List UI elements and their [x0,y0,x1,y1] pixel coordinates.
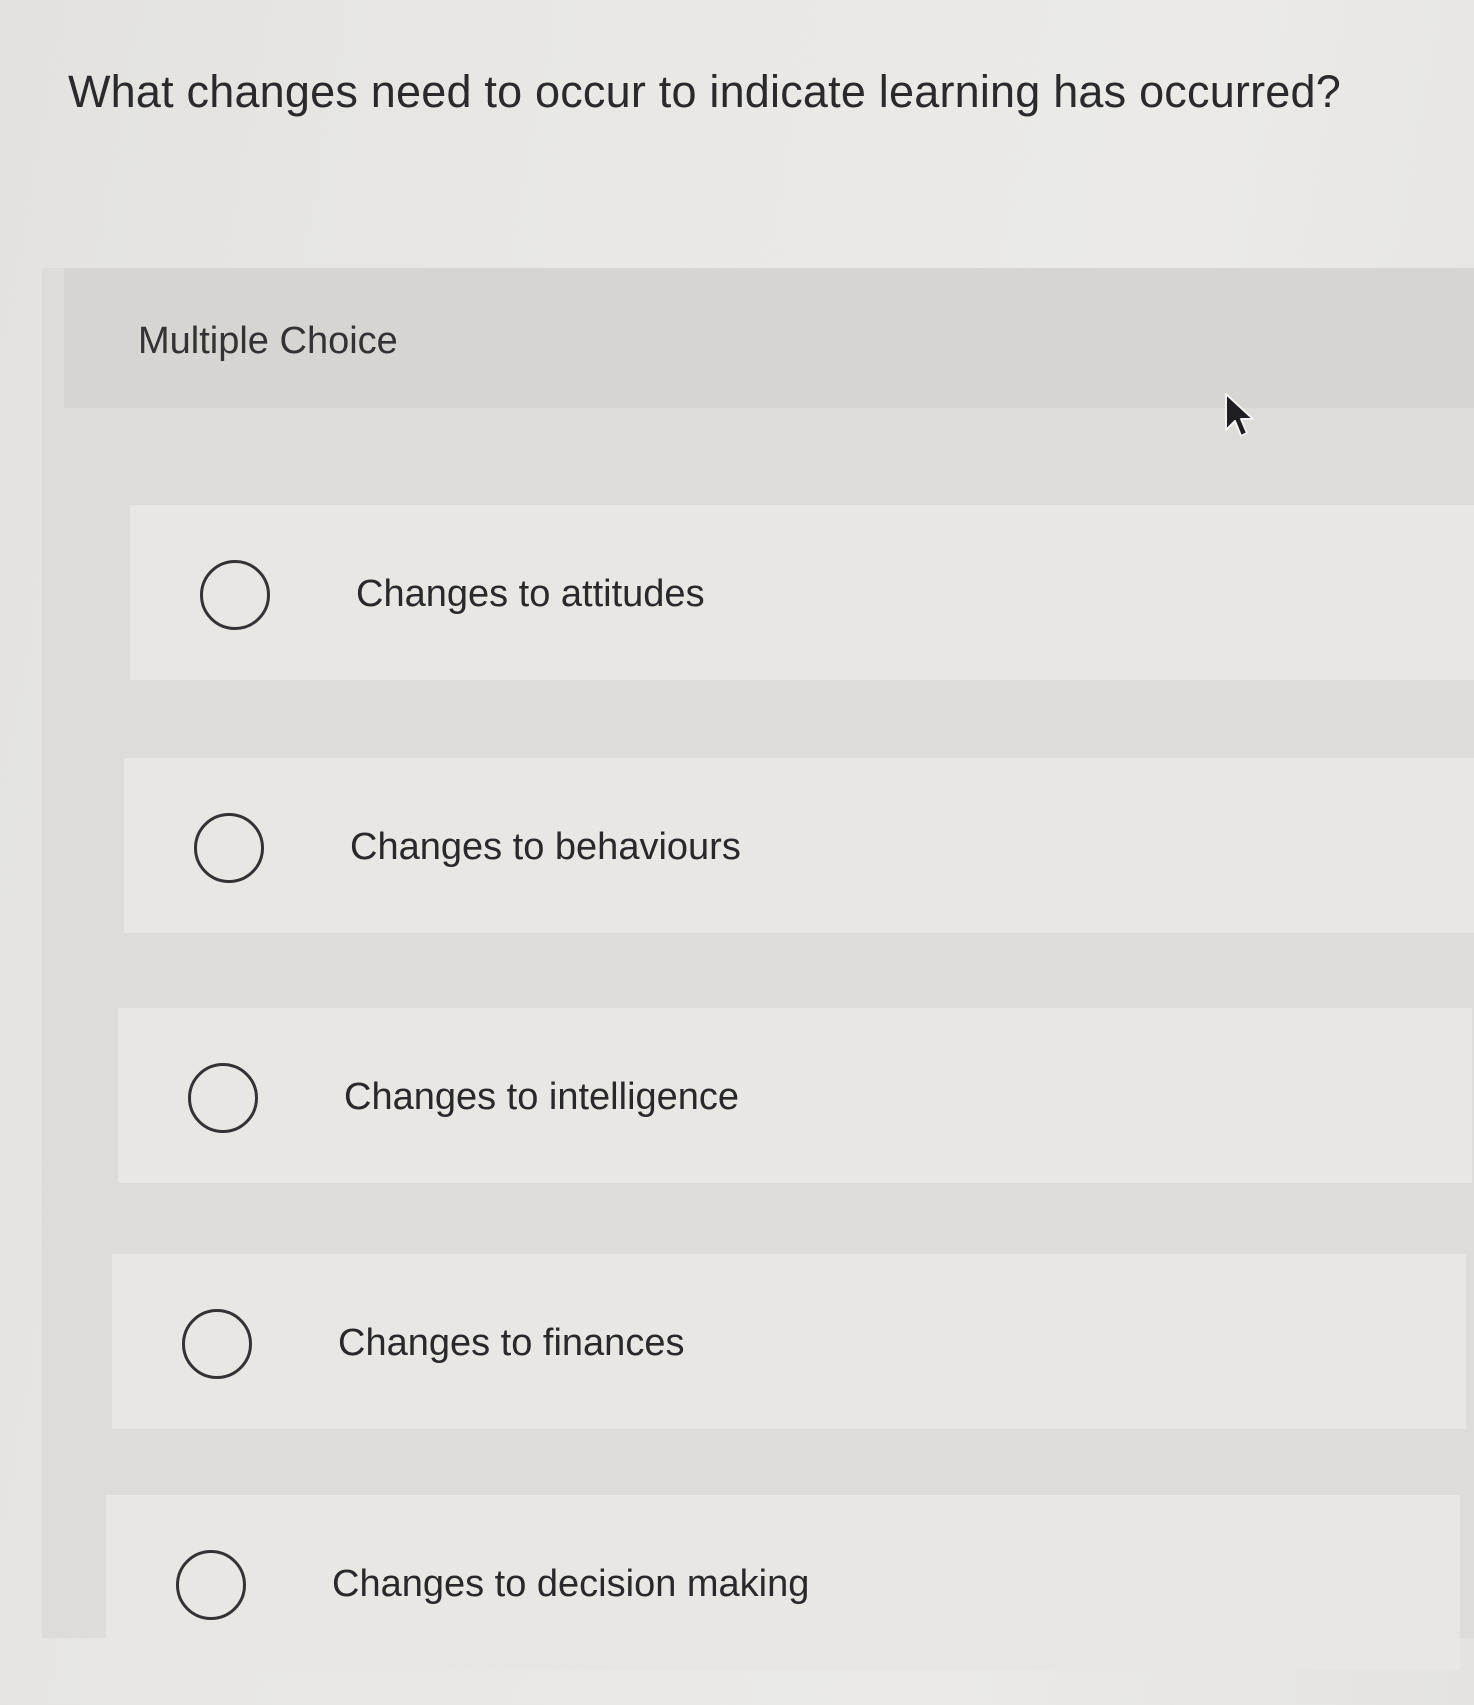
answer-option-behaviours[interactable]: Changes to behaviours [124,758,1474,933]
question-text: What changes need to occur to indicate l… [68,66,1341,117]
answer-option-label: Changes to intelligence [344,1076,740,1118]
answer-option-decision-making[interactable]: Changes to decision making [106,1495,1460,1670]
question-type-label: Multiple Choice [138,320,398,362]
answer-option-attitudes[interactable]: Changes to attitudes [130,505,1474,680]
mouse-pointer-icon [1225,393,1254,437]
answer-option-label: Changes to behaviours [350,826,741,868]
radio-unselected-icon[interactable] [194,813,264,883]
answer-panel [42,268,1474,1638]
radio-unselected-icon[interactable] [176,1550,246,1620]
radio-unselected-icon[interactable] [200,560,270,630]
answer-option-intelligence[interactable]: Changes to intelligence [118,1008,1472,1183]
radio-unselected-icon[interactable] [188,1063,258,1133]
answer-option-label: Changes to finances [338,1322,685,1364]
answer-option-label: Changes to attitudes [356,573,705,615]
answer-option-finances[interactable]: Changes to finances [112,1254,1466,1429]
answer-option-label: Changes to decision making [332,1563,810,1605]
radio-unselected-icon[interactable] [182,1309,252,1379]
